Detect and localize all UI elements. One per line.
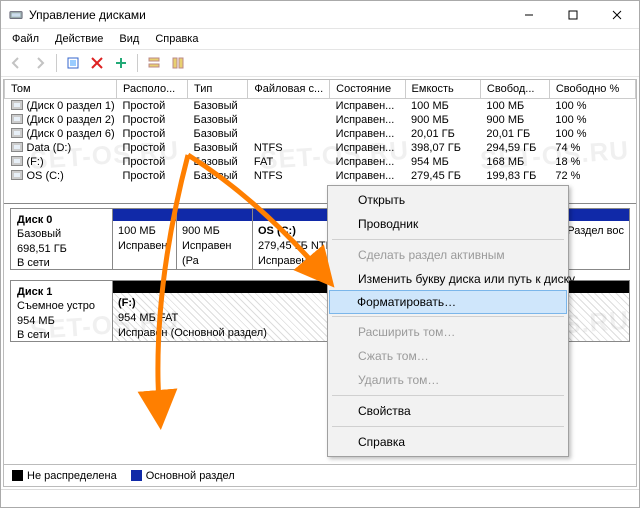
toolbar [1,49,639,77]
legend-primary: Основной раздел [131,470,235,482]
col-free[interactable]: Свобод... [480,80,549,99]
menu-help[interactable]: Справка [148,31,205,47]
disk-1-header[interactable]: Диск 1 Съемное устро 954 МБ В сети [11,281,113,341]
table-row[interactable]: Data (D:)ПростойБазовыйNTFSИсправен...39… [5,141,636,155]
context-menu: Открыть Проводник Сделать раздел активны… [327,185,569,457]
table-row[interactable]: (Диск 0 раздел 1)ПростойБазовыйИсправен.… [5,99,636,114]
volume-icon [11,100,23,110]
titlebar: Управление дисками [1,1,639,29]
ctx-extend[interactable]: Расширить том… [330,320,566,344]
volume-icon [11,142,23,152]
list-view-icon[interactable] [143,52,165,74]
window-title: Управление дисками [29,8,507,22]
legend-unallocated: Не распределена [12,470,117,482]
volume-icon [11,170,23,180]
disk0-partition-2[interactable]: 900 МБ Исправен (Ра [177,209,253,269]
disk-0-header[interactable]: Диск 0 Базовый 698,51 ГБ В сети [11,209,113,269]
menu-view[interactable]: Вид [112,31,146,47]
col-layout[interactable]: Располо... [116,80,187,99]
ctx-explorer[interactable]: Проводник [330,212,566,236]
minimize-button[interactable] [507,1,551,29]
ctx-make-active[interactable]: Сделать раздел активным [330,243,566,267]
close-button[interactable] [595,1,639,29]
volume-icon [11,128,23,138]
legend: Не распределена Основной раздел [4,464,636,486]
menubar: Файл Действие Вид Справка [1,29,639,49]
col-fs[interactable]: Файловая с... [248,80,330,99]
menu-action[interactable]: Действие [48,31,110,47]
menu-file[interactable]: Файл [5,31,46,47]
app-icon [9,8,23,22]
ctx-help[interactable]: Справка [330,430,566,454]
ctx-format[interactable]: Форматировать… [329,290,567,314]
settings-icon[interactable] [110,52,132,74]
ctx-change-letter[interactable]: Изменить букву диска или путь к диску… [330,267,566,291]
table-row[interactable]: (Диск 0 раздел 6)ПростойБазовыйИсправен.… [5,127,636,141]
delete-icon[interactable] [86,52,108,74]
ctx-delete[interactable]: Удалить том… [330,368,566,392]
table-header-row: Том Располо... Тип Файловая с... Состоян… [5,80,636,99]
disk0-partition-1[interactable]: 100 МБ Исправен [113,209,177,269]
col-volume[interactable]: Том [5,80,117,99]
statusbar [1,489,639,507]
ctx-properties[interactable]: Свойства [330,399,566,423]
table-row[interactable]: (F:)ПростойБазовыйFATИсправен...954 МБ16… [5,155,636,169]
volume-icon [11,156,23,166]
maximize-button[interactable] [551,1,595,29]
col-freepct[interactable]: Свободно % [549,80,635,99]
col-type[interactable]: Тип [188,80,248,99]
nav-forward-button[interactable] [29,52,51,74]
window-buttons [507,1,639,29]
volume-icon [11,114,23,124]
table-row[interactable]: (Диск 0 раздел 2)ПростойБазовыйИсправен.… [5,113,636,127]
refresh-button[interactable] [62,52,84,74]
graph-view-icon[interactable] [167,52,189,74]
table-row[interactable]: OS (C:)ПростойБазовыйNTFSИсправен...279,… [5,169,636,183]
col-status[interactable]: Состояние [330,80,405,99]
nav-back-button[interactable] [5,52,27,74]
ctx-shrink[interactable]: Сжать том… [330,344,566,368]
col-capacity[interactable]: Емкость [405,80,480,99]
ctx-open[interactable]: Открыть [330,188,566,212]
